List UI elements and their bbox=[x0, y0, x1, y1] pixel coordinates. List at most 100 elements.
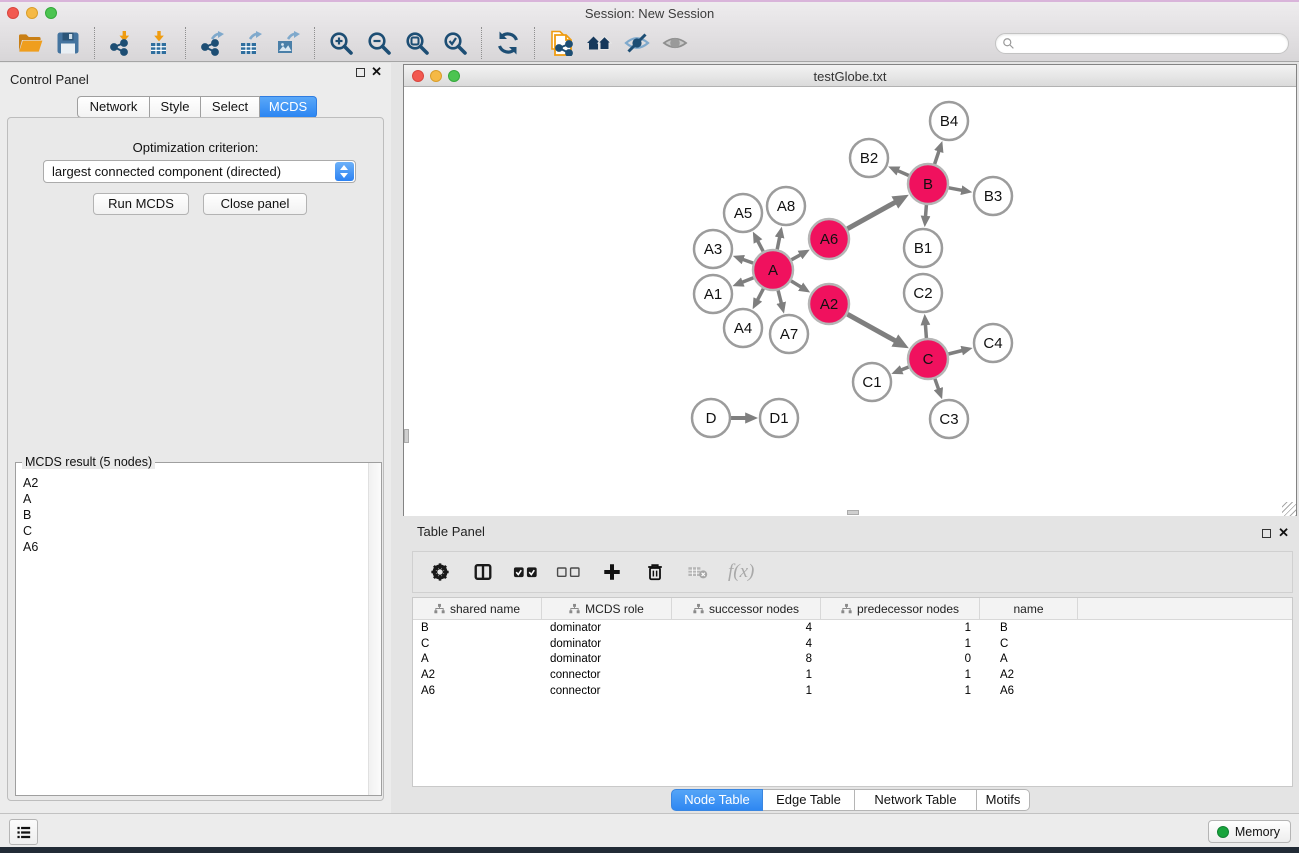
table-cell[interactable]: A bbox=[980, 653, 1078, 665]
table-cell[interactable]: dominator bbox=[542, 622, 672, 634]
table-cell[interactable]: B bbox=[413, 622, 542, 634]
tab-network-table[interactable]: Network Table bbox=[855, 789, 977, 811]
zoom-out-icon[interactable] bbox=[364, 28, 394, 58]
edge-A-A5[interactable] bbox=[758, 241, 764, 252]
import-network-icon[interactable] bbox=[106, 28, 136, 58]
table-row[interactable]: Cdominator41C bbox=[413, 636, 1292, 652]
network-graph[interactable]: AA1A2A3A4A5A6A7A8BB1B2B3B4CC1C2C3C4DD1 bbox=[404, 87, 1296, 516]
table-cell[interactable]: 1 bbox=[821, 622, 980, 634]
edge-C-C2[interactable] bbox=[925, 324, 926, 338]
mcds-result-item[interactable]: C bbox=[23, 523, 368, 539]
column-header[interactable]: MCDS role bbox=[542, 598, 672, 619]
table-row[interactable]: Bdominator41B bbox=[413, 620, 1292, 636]
tab-edge-table[interactable]: Edge Table bbox=[763, 789, 855, 811]
home-view-icon[interactable] bbox=[584, 28, 614, 58]
table-cell[interactable]: 8 bbox=[672, 653, 821, 665]
search-input[interactable] bbox=[1015, 35, 1282, 52]
show-graphics-preview-icon[interactable] bbox=[660, 28, 690, 58]
close-panel-button[interactable]: Close panel bbox=[203, 193, 307, 215]
edge-B-B1[interactable] bbox=[926, 205, 927, 217]
unselect-all-icon[interactable] bbox=[556, 559, 582, 585]
table-cell[interactable]: B bbox=[980, 622, 1078, 634]
edge-A-A8[interactable] bbox=[777, 237, 780, 250]
column-header[interactable]: successor nodes bbox=[672, 598, 821, 619]
table-cell[interactable]: A bbox=[413, 653, 542, 665]
refresh-network-icon[interactable] bbox=[493, 28, 523, 58]
zoom-in-icon[interactable] bbox=[326, 28, 356, 58]
edge-A-A3[interactable] bbox=[743, 259, 754, 263]
float-table-panel-icon[interactable] bbox=[1262, 529, 1271, 538]
run-mcds-button[interactable]: Run MCDS bbox=[93, 193, 189, 215]
tab-node-table[interactable]: Node Table bbox=[671, 789, 763, 811]
edge-A-A7[interactable] bbox=[778, 290, 781, 303]
edge-A6-B[interactable] bbox=[847, 202, 895, 229]
edge-A-A4[interactable] bbox=[758, 289, 764, 300]
export-network-icon[interactable] bbox=[197, 28, 227, 58]
mcds-result-item[interactable]: B bbox=[23, 507, 368, 523]
mcds-result-item[interactable]: A6 bbox=[23, 539, 368, 555]
edge-C-C1[interactable] bbox=[901, 367, 909, 370]
save-session-icon[interactable] bbox=[53, 28, 83, 58]
optimization-criterion-select[interactable]: largest connected component (directed) bbox=[43, 160, 356, 183]
edge-C-C3[interactable] bbox=[935, 379, 939, 390]
table-cell[interactable]: dominator bbox=[542, 653, 672, 665]
tab-style[interactable]: Style bbox=[150, 96, 201, 118]
edge-A-A2[interactable] bbox=[791, 281, 801, 287]
open-session-icon[interactable] bbox=[15, 28, 45, 58]
result-scrollbar[interactable] bbox=[368, 463, 381, 795]
float-panel-icon[interactable] bbox=[356, 68, 365, 77]
vertical-scrollbar-thumb[interactable] bbox=[404, 429, 409, 443]
table-row[interactable]: A6connector11A6 bbox=[413, 683, 1292, 699]
network-canvas[interactable]: AA1A2A3A4A5A6A7A8BB1B2B3B4CC1C2C3C4DD1 bbox=[404, 87, 1296, 516]
table-cell[interactable]: 1 bbox=[672, 669, 821, 681]
table-cell[interactable]: 1 bbox=[821, 638, 980, 650]
column-view-icon[interactable] bbox=[470, 559, 496, 585]
table-cell[interactable]: A6 bbox=[413, 685, 542, 697]
new-network-from-selection-icon[interactable] bbox=[546, 28, 576, 58]
table-cell[interactable]: 1 bbox=[672, 685, 821, 697]
edge-B-B2[interactable] bbox=[898, 171, 909, 176]
table-cell[interactable]: A2 bbox=[413, 669, 542, 681]
export-table-icon[interactable] bbox=[235, 28, 265, 58]
edge-A-A6[interactable] bbox=[791, 255, 800, 260]
mcds-result-list[interactable]: A2ABCA6 bbox=[16, 469, 368, 795]
column-header[interactable]: shared name bbox=[413, 598, 542, 619]
select-all-icon[interactable] bbox=[513, 559, 539, 585]
tab-motifs[interactable]: Motifs bbox=[977, 789, 1030, 811]
table-row[interactable]: A2connector11A2 bbox=[413, 667, 1292, 683]
zoom-selected-icon[interactable] bbox=[440, 28, 470, 58]
tab-mcds[interactable]: MCDS bbox=[260, 96, 317, 118]
add-row-icon[interactable] bbox=[599, 559, 625, 585]
window-resize-grip[interactable] bbox=[1282, 502, 1296, 516]
table-settings-icon[interactable] bbox=[427, 559, 453, 585]
table-cell[interactable]: connector bbox=[542, 669, 672, 681]
task-history-button[interactable] bbox=[9, 819, 38, 845]
edge-B-B3[interactable] bbox=[949, 188, 962, 191]
tab-select[interactable]: Select bbox=[201, 96, 260, 118]
table-cell[interactable]: C bbox=[413, 638, 542, 650]
horizontal-scrollbar-thumb[interactable] bbox=[847, 510, 859, 515]
mcds-result-item[interactable]: A2 bbox=[23, 475, 368, 491]
table-cell[interactable]: 4 bbox=[672, 638, 821, 650]
node-table[interactable]: shared nameMCDS rolesuccessor nodesprede… bbox=[412, 597, 1293, 787]
table-cell[interactable]: connector bbox=[542, 685, 672, 697]
close-table-panel-icon[interactable]: ✕ bbox=[1278, 525, 1289, 541]
edge-A-A1[interactable] bbox=[742, 278, 753, 283]
table-cell[interactable]: A2 bbox=[980, 669, 1078, 681]
tab-network[interactable]: Network bbox=[77, 96, 150, 118]
table-cell[interactable]: 0 bbox=[821, 653, 980, 665]
export-image-icon[interactable] bbox=[273, 28, 303, 58]
delete-row-icon[interactable] bbox=[642, 559, 668, 585]
import-table-icon[interactable] bbox=[144, 28, 174, 58]
column-header[interactable]: predecessor nodes bbox=[821, 598, 980, 619]
close-panel-icon[interactable]: ✕ bbox=[371, 64, 382, 80]
edge-A2-C[interactable] bbox=[847, 314, 895, 341]
table-cell[interactable]: A6 bbox=[980, 685, 1078, 697]
table-cell[interactable]: 4 bbox=[672, 622, 821, 634]
mcds-result-item[interactable]: A bbox=[23, 491, 368, 507]
edge-C-C4[interactable] bbox=[948, 351, 962, 355]
table-cell[interactable]: 1 bbox=[821, 669, 980, 681]
table-cell[interactable]: dominator bbox=[542, 638, 672, 650]
memory-button[interactable]: Memory bbox=[1208, 820, 1291, 843]
zoom-fit-icon[interactable] bbox=[402, 28, 432, 58]
